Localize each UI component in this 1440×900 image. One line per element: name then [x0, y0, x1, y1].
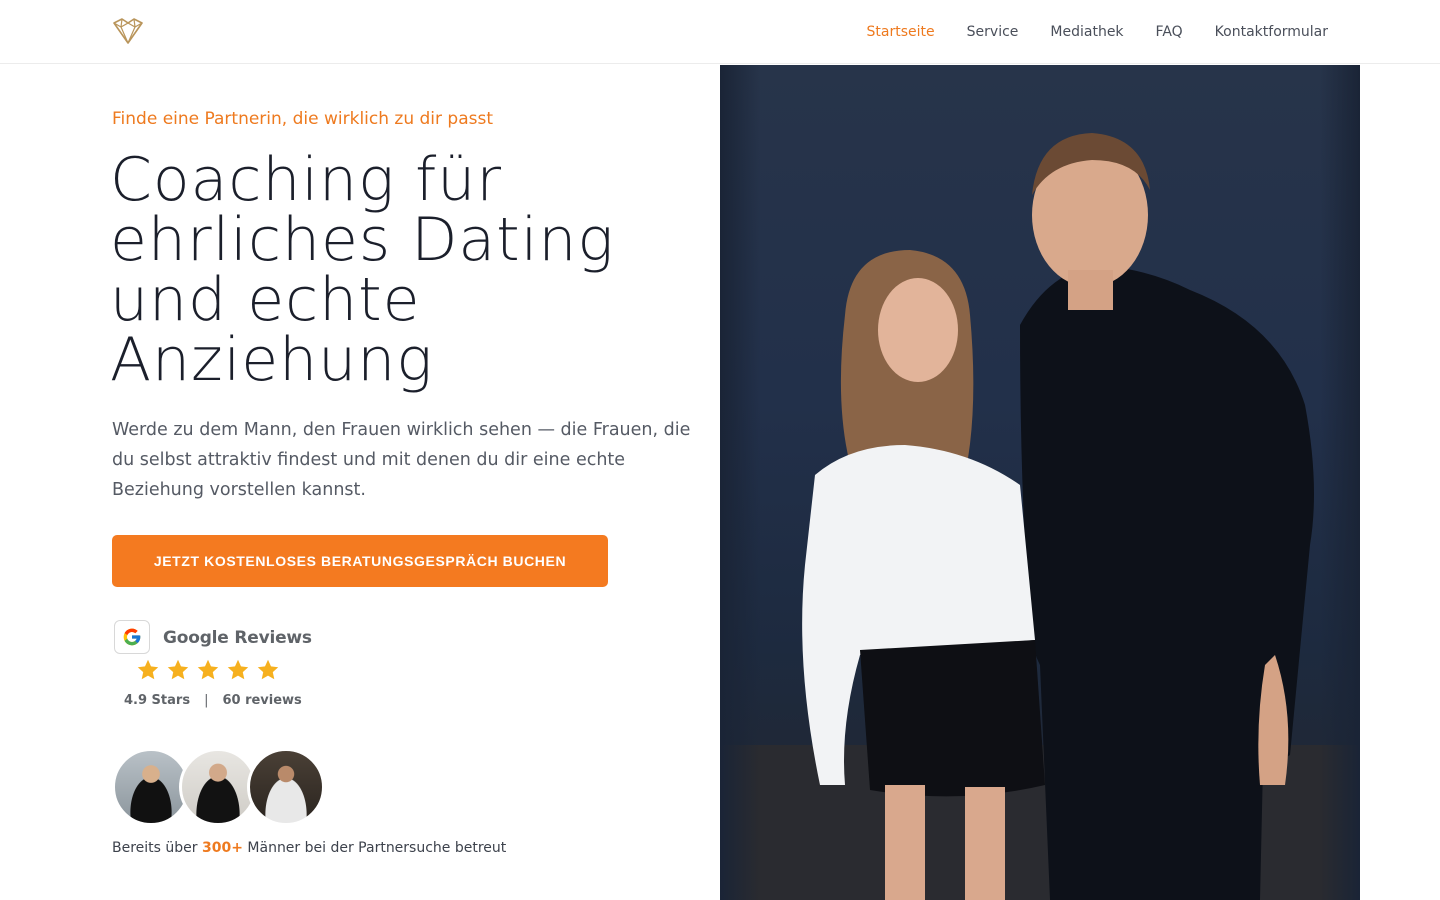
nav-item-mediathek[interactable]: Mediathek: [1050, 24, 1123, 40]
reviews-title: Google Reviews: [163, 628, 312, 648]
headline-line-3: und echte: [110, 265, 421, 335]
hero-headline: Coaching für ehrliches Dating und echte …: [110, 150, 690, 390]
hero-eyebrow: Finde eine Partnerin, die wirklich zu di…: [112, 109, 494, 129]
google-reviews-badge[interactable]: Google Reviews 4.9 Stars | 60 reviews: [112, 618, 312, 713]
photo-edge-shade: [720, 65, 760, 900]
client-avatars: [112, 748, 332, 826]
social-proof-prefix: Bereits über: [112, 840, 198, 856]
nav-item-startseite[interactable]: Startseite: [867, 24, 935, 40]
star-icon: [167, 659, 189, 680]
photo-edge-shade: [1320, 65, 1360, 900]
social-proof-text: Bereits über 300+ Männer bei der Partner…: [112, 840, 506, 856]
nav-item-service[interactable]: Service: [967, 24, 1019, 40]
avatar: [247, 748, 325, 826]
google-icon: [114, 620, 150, 654]
reviews-separator: |: [204, 693, 209, 708]
star-icon: [257, 659, 279, 680]
rating-text: 4.9 Stars: [124, 693, 191, 708]
rating-stars: [136, 658, 280, 682]
star-icon: [137, 659, 159, 680]
social-proof-count: 300+: [201, 840, 243, 856]
hero-lead-text: Werde zu dem Mann, den Frauen wirklich s…: [112, 420, 691, 500]
headline-line-4: Anziehung: [110, 325, 434, 395]
star-icon: [227, 659, 249, 680]
nav-item-faq[interactable]: FAQ: [1156, 24, 1183, 40]
book-consultation-button[interactable]: JETZT KOSTENLOSES BERATUNGSGESPRÄCH BUCH…: [112, 535, 608, 587]
main-nav: Startseite Service Mediathek FAQ Kontakt…: [867, 0, 1328, 64]
avatar: [179, 748, 257, 826]
star-icon: [197, 659, 219, 680]
reviews-meta: 4.9 Stars | 60 reviews: [124, 693, 302, 708]
hero-couple-photo: [720, 65, 1360, 900]
diamond-logo-icon[interactable]: [112, 17, 144, 45]
social-proof-suffix: Männer bei der Partnersuche betreut: [247, 840, 507, 856]
headline-line-2: ehrliches Dating: [110, 205, 615, 275]
site-header: Startseite Service Mediathek FAQ Kontakt…: [0, 0, 1440, 64]
nav-item-kontaktformular[interactable]: Kontaktformular: [1215, 24, 1328, 40]
review-count: 60 reviews: [222, 693, 302, 708]
headline-line-1: Coaching für: [110, 145, 502, 215]
